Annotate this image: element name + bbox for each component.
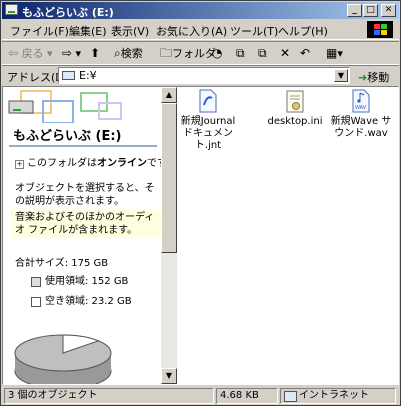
undo-icon: ↶: [300, 46, 311, 60]
intranet-icon: [284, 391, 297, 402]
online-toggle-icon[interactable]: +: [15, 160, 24, 169]
file-name: 新規Journal ドキュメント.jnt: [180, 116, 236, 151]
move-to-icon: ⧉: [236, 46, 245, 60]
up-folder-icon: ⬆: [90, 46, 101, 60]
menu-view[interactable]: 表示(V): [111, 23, 149, 39]
menu-tools[interactable]: ツール(T): [230, 23, 278, 39]
select-hint: オブジェクトを選択すると、その説明が表示されます。: [15, 183, 155, 207]
folders-button[interactable]: 🗀フォルダ: [160, 45, 216, 61]
menu-favorites[interactable]: お気に入り(A): [156, 23, 227, 39]
menu-bar: ファイル(F) 編集(E) 表示(V) お気に入り(A) ツール(T) ヘルプ(…: [2, 20, 399, 40]
standard-toolbar: ⇦ 戻る ▾ ⇨ ▾ ⬆ ⌕検索 🗀フォルダ ◔ ⧉ ⧉ ✕ ↶ ▦▾: [2, 41, 399, 65]
free-space: 空き領域: 23.2 GB: [45, 296, 132, 307]
undo-button[interactable]: ↶: [300, 45, 310, 61]
address-input[interactable]: E:¥ ▼: [58, 67, 350, 84]
content-area: もふどらいぶ (E:) +このフォルダはオンラインです。 オブジェクトを選択する…: [2, 86, 399, 385]
delete-icon: ✕: [280, 46, 291, 60]
object-count: 3 個のオブジェクト: [4, 388, 214, 404]
go-button[interactable]: ➜移動: [358, 69, 389, 85]
address-dropdown-button[interactable]: ▼: [334, 69, 348, 82]
history-button[interactable]: ◔: [212, 45, 222, 61]
file-item[interactable]: WAV 新規Wave サウンド.wav: [327, 89, 395, 140]
left-pane-scrollbar[interactable]: ▲ ▼: [161, 87, 177, 384]
address-value: E:¥: [79, 69, 97, 82]
delete-button[interactable]: ✕: [280, 45, 290, 61]
journal-document-icon: [199, 89, 217, 113]
file-name: desktop.ini: [267, 116, 323, 127]
total-file-size: 4.68 KB: [216, 388, 278, 404]
scroll-up-arrow-icon[interactable]: ▲: [161, 87, 177, 103]
menu-help[interactable]: ヘルプ(H): [278, 23, 328, 39]
scroll-thumb[interactable]: [161, 103, 177, 253]
svg-text:WAV: WAV: [355, 105, 367, 111]
views-icon: ▦: [326, 46, 338, 60]
file-list: 新規Journal ドキュメント.jnt desktop.ini WAV 新規W…: [177, 87, 398, 384]
go-arrow-icon: ➜: [358, 71, 368, 84]
window-title: もふどらいぶ (E:): [22, 6, 114, 19]
scroll-down-arrow-icon[interactable]: ▼: [161, 368, 177, 384]
windows-logo-icon: [367, 21, 393, 38]
drive-icon: [62, 71, 75, 80]
address-bar: アドレス(D) E:¥ ▼ ➜移動: [2, 65, 399, 86]
up-folder-button[interactable]: ⬆: [90, 45, 100, 61]
file-item[interactable]: 新規Journal ドキュメント.jnt: [179, 89, 237, 152]
used-legend-swatch: [31, 277, 41, 287]
media-info: 音楽およびそのほかのオーディオ ファイルが含まれます。: [15, 212, 155, 236]
forward-arrow-icon: ⇨: [62, 46, 73, 60]
security-zone: イントラネット: [280, 388, 396, 404]
minimize-button[interactable]: _: [347, 4, 362, 17]
search-icon: ⌕: [114, 46, 121, 60]
divider: [9, 145, 157, 147]
back-arrow-icon: ⇦: [8, 46, 19, 60]
views-button[interactable]: ▦▾: [326, 45, 343, 61]
free-legend-swatch: [31, 297, 41, 307]
wave-sound-icon: WAV: [352, 89, 370, 113]
menu-file[interactable]: ファイル(F): [10, 23, 69, 39]
drive-icon: [5, 4, 18, 15]
title-bar[interactable]: もふどらいぶ (E:) _ □ ✕: [2, 2, 399, 19]
close-button[interactable]: ✕: [381, 4, 396, 17]
explorer-window: もふどらいぶ (E:) _ □ ✕ ファイル(F) 編集(E) 表示(V) お気…: [0, 0, 401, 406]
forward-button[interactable]: ⇨ ▾: [62, 45, 81, 61]
folder-tree-icon: 🗀: [160, 46, 173, 60]
back-button[interactable]: ⇦ 戻る ▾: [8, 45, 53, 61]
media-info-box: 音楽およびそのほかのオーディオ ファイルが含まれます。: [11, 210, 161, 238]
used-space: 使用領域: 152 GB: [45, 276, 129, 287]
search-button[interactable]: ⌕検索: [114, 45, 143, 61]
status-bar: 3 個のオブジェクト 4.68 KB イントラネット: [2, 387, 399, 405]
drive-title: もふどらいぶ (E:): [13, 129, 122, 144]
copy-to-icon: ⧉: [258, 46, 267, 60]
move-to-button[interactable]: ⧉: [236, 45, 245, 61]
copy-to-button[interactable]: ⧉: [258, 45, 267, 61]
file-item[interactable]: desktop.ini: [267, 89, 323, 128]
maximize-button[interactable]: □: [363, 4, 378, 17]
total-size: 合計サイズ: 175 GB: [15, 258, 109, 269]
menu-edit[interactable]: 編集(E): [69, 23, 107, 39]
drive-banner-graphic: [8, 90, 122, 123]
file-name: 新規Wave サウンド.wav: [330, 116, 392, 139]
settings-file-icon: [286, 90, 304, 113]
disk-usage-pie: [14, 334, 112, 384]
online-status: +このフォルダはオンラインです。: [15, 158, 161, 169]
history-icon: ◔: [212, 46, 223, 60]
web-view-pane: もふどらいぶ (E:) +このフォルダはオンラインです。 オブジェクトを選択する…: [3, 87, 161, 384]
